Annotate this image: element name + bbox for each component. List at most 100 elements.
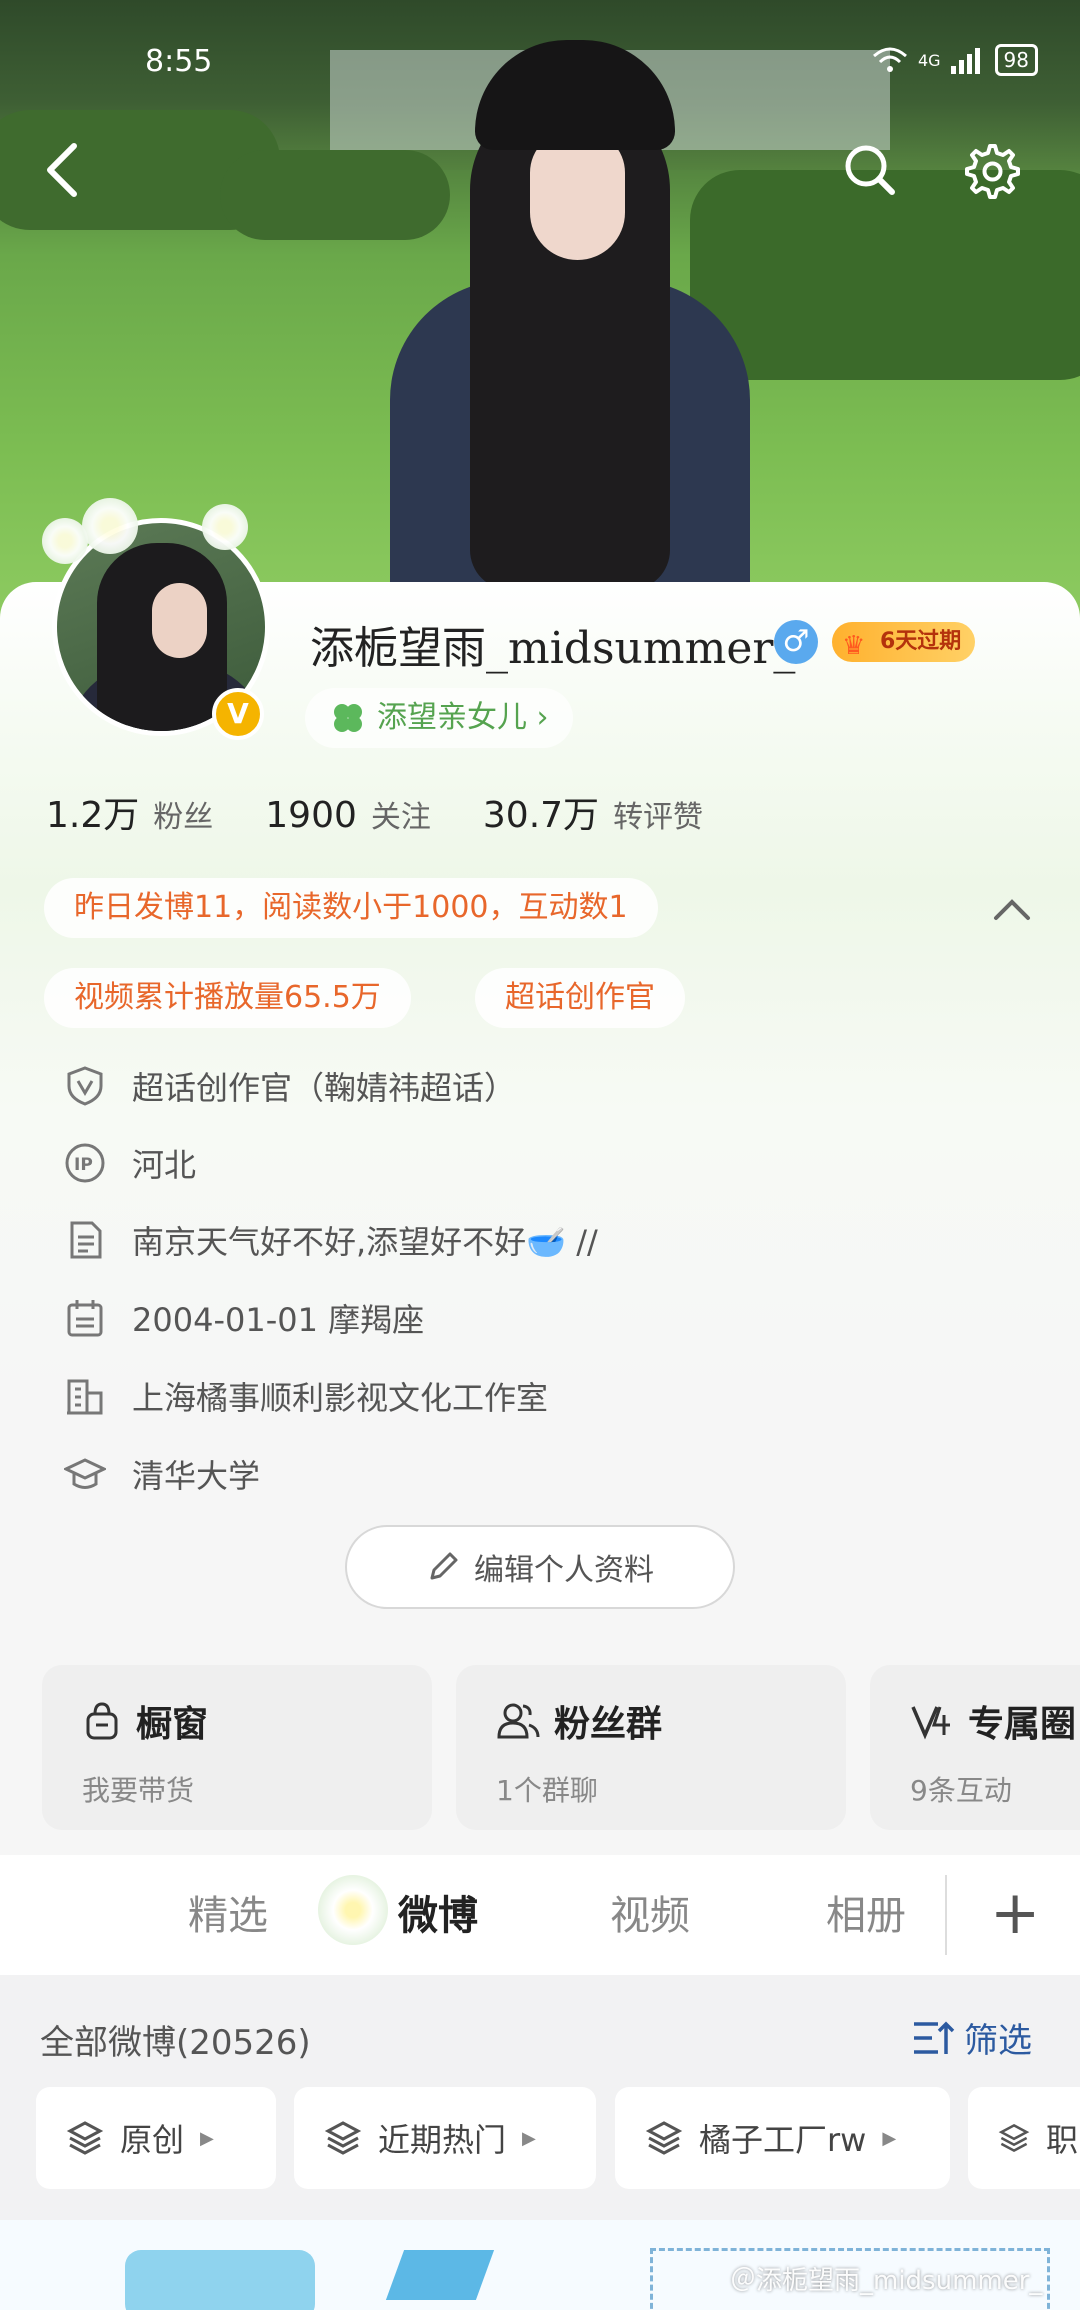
chip-label: 橘子工厂rw [699, 2121, 867, 2159]
document-icon [70, 1221, 102, 1259]
watermark: ＠添栀望雨_midsummer_ [730, 2266, 1043, 2296]
layers-icon [998, 2123, 1030, 2153]
clover-icon [334, 704, 362, 732]
info-row-school: 清华大学 [64, 1446, 260, 1502]
feed-header: 全部微博(20526) 筛选 原创 ▶ 近期热门 ▶ 橘子工厂rw ▶ 职 [0, 1975, 1080, 2220]
shop-bag-icon [86, 1702, 118, 1740]
crown-icon: ♛ [842, 631, 866, 661]
tab-album[interactable]: 相册 [826, 1883, 906, 1941]
fan-group-icon [497, 1703, 540, 1739]
feature-card-exclusive[interactable]: 专属圈 9条互动 [870, 1665, 1080, 1830]
caret-right-icon: ▶ [200, 2127, 214, 2149]
feature-subtitle: 我要带货 [82, 1774, 195, 1807]
followers-count: 1.2万 [46, 795, 140, 836]
username: 添栀望雨_midsummer_ [310, 623, 796, 674]
filter-button[interactable]: 筛选 [912, 2013, 1032, 2062]
tab-featured[interactable]: 精选 [188, 1883, 268, 1941]
following-label: 关注 [370, 800, 431, 835]
profile-tabs: 精选 微博 视频 相册 + [0, 1855, 1080, 1975]
stats-row: 1.2万 粉丝 1900 关注 30.7万 转评赞 [46, 786, 703, 838]
paper-plane-illustration [385, 2250, 495, 2300]
avatar-flower-decoration [82, 498, 138, 554]
chip-more[interactable]: 职 [968, 2087, 1080, 2189]
interactions-count: 30.7万 [482, 795, 600, 836]
daily-stats-tag[interactable]: 昨日发博11，阅读数小于1000，互动数1 [44, 878, 658, 938]
chip-label: 近期热门 [378, 2121, 507, 2159]
signal-icon [950, 48, 980, 74]
calendar-icon [67, 1300, 103, 1337]
back-arrow-icon[interactable] [38, 140, 88, 200]
feature-title: 粉丝群 [554, 1704, 663, 1745]
avatar-wrap[interactable]: V [42, 498, 270, 740]
info-row-company: 上海橘事顺利影视文化工作室 [64, 1368, 548, 1424]
layers-icon [645, 2121, 683, 2155]
feature-card-showcase[interactable]: 橱窗 我要带货 [42, 1665, 432, 1830]
status-bar: 8:55 4G 98 [0, 0, 1080, 120]
post-preview-strip[interactable]: ＠添栀望雨_midsummer_ [0, 2220, 1080, 2310]
exclusive-v-icon [911, 1706, 950, 1740]
info-text: 2004-01-01 摩羯座 [132, 1301, 425, 1339]
status-time: 8:55 [145, 44, 213, 79]
layers-icon [324, 2121, 362, 2155]
status-icons: 4G 98 [872, 44, 1038, 76]
feed-title: 全部微博(20526) [40, 2023, 311, 2063]
filter-icon [914, 2021, 955, 2054]
gear-icon[interactable] [960, 140, 1020, 200]
chip-label: 职 [1045, 2121, 1078, 2159]
info-text: 清华大学 [132, 1457, 261, 1495]
chip-custom-group[interactable]: 橘子工厂rw ▶ [615, 2087, 950, 2189]
filter-label: 筛选 [964, 2021, 1032, 2061]
wifi-icon [872, 47, 907, 72]
stat-following[interactable]: 1900 关注 [265, 792, 431, 836]
ip-icon: IP [65, 1143, 105, 1183]
male-gender-icon: ♂ [774, 620, 818, 664]
company-icon [67, 1379, 103, 1415]
info-text: 南京天气好不好,添望好不好🥣 // [132, 1223, 598, 1261]
following-count: 1900 [265, 795, 357, 836]
network-type: 4G [917, 50, 941, 70]
add-tab-button[interactable]: + [990, 1875, 1040, 1955]
info-row-ip: IP 河北 [64, 1135, 196, 1191]
feature-subtitle: 9条互动 [910, 1774, 1012, 1807]
feature-title: 橱窗 [136, 1704, 209, 1745]
stat-followers[interactable]: 1.2万 粉丝 [46, 786, 213, 838]
caret-right-icon: ▶ [882, 2127, 897, 2149]
vip-badge[interactable]: ♛ 6天过期 [832, 622, 976, 662]
graduation-cap-icon [64, 1458, 106, 1489]
chevron-up-icon[interactable] [990, 888, 1034, 932]
feature-card-fan-group[interactable]: 粉丝群 1个群聊 [456, 1665, 846, 1830]
avatar-flower-decoration [202, 504, 248, 550]
chip-recent-hot[interactable]: 近期热门 ▶ [294, 2087, 596, 2189]
pencil-icon [430, 1552, 458, 1580]
chip-original[interactable]: 原创 ▶ [36, 2087, 276, 2189]
info-text: 上海橘事顺利影视文化工作室 [132, 1379, 549, 1417]
verified-badge: V [212, 688, 264, 740]
feature-subtitle: 1个群聊 [496, 1774, 598, 1807]
search-icon[interactable] [840, 140, 900, 200]
tab-flower-decoration [318, 1875, 388, 1945]
supertopic-tag[interactable]: 超话创作官 [475, 968, 685, 1028]
video-plays-tag[interactable]: 视频累计播放量65.5万 [44, 968, 411, 1028]
vip-expire-text: 6天过期 [880, 629, 962, 654]
svg-text:IP: IP [74, 1155, 93, 1175]
chip-label: 原创 [120, 2121, 185, 2159]
layers-icon [66, 2121, 104, 2155]
edit-profile-label: 编辑个人资料 [474, 1553, 654, 1588]
tab-video[interactable]: 视频 [610, 1883, 690, 1941]
caret-right-icon: ▶ [522, 2127, 536, 2149]
info-text: 河北 [132, 1146, 197, 1184]
feature-title: 专属圈 [968, 1704, 1077, 1745]
shield-v-icon [67, 1066, 103, 1106]
edit-profile-button[interactable]: 编辑个人资料 [345, 1525, 735, 1609]
tab-divider [945, 1875, 947, 1955]
info-row-supertopic: 超话创作官（鞠婧祎超话） [64, 1058, 516, 1114]
info-row-birthday: 2004-01-01 摩羯座 [64, 1290, 424, 1346]
fan-group-link[interactable]: 添望亲女儿 › [305, 688, 573, 748]
interactions-label: 转评赞 [613, 800, 704, 835]
stat-interactions[interactable]: 30.7万 转评赞 [483, 786, 703, 838]
battery-indicator: 98 [994, 44, 1038, 76]
info-row-bio: 南京天气好不好,添望好不好🥣 // [64, 1212, 598, 1268]
calendar-illustration [125, 2250, 315, 2310]
fan-group-label: 添望亲女儿 › [377, 700, 549, 735]
tab-weibo[interactable]: 微博 [398, 1883, 478, 1941]
